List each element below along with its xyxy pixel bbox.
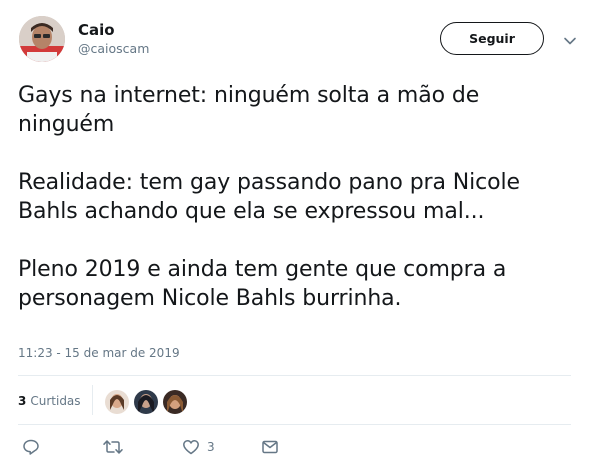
chevron-down-icon[interactable] [563,33,577,47]
retweet-button[interactable] [103,436,123,458]
liker-avatar[interactable] [133,389,159,415]
heart-icon [182,438,200,456]
tweet-timestamp[interactable]: 11:23 - 15 de mar de 2019 [18,346,180,360]
stats-separator [92,385,93,415]
likers-avatars [104,389,191,415]
likes-count: 3 [18,394,27,408]
like-button[interactable]: 3 [182,436,215,458]
likes-label: Curtidas [30,394,81,408]
envelope-icon [261,438,279,456]
tweet-paragraph: Pleno 2019 e ainda tem gente que compra … [18,257,507,311]
reply-button[interactable] [22,436,40,458]
liker-avatar[interactable] [162,389,188,415]
avatar[interactable] [19,16,65,62]
reply-icon [22,438,40,456]
author-name[interactable]: Caio [78,21,115,39]
tweet-text: Gays na internet: ninguém solta a mão de… [18,81,578,313]
like-count: 3 [207,440,215,454]
divider [18,424,571,425]
liker-avatar[interactable] [104,389,130,415]
tweet-paragraph: Gays na internet: ninguém solta a mão de… [18,83,480,137]
follow-button[interactable]: Seguir [440,22,544,55]
direct-message-button[interactable] [261,436,279,458]
retweet-icon [103,438,123,456]
likes-stat[interactable]: 3 Curtidas [18,394,81,408]
tweet-card: Caio @caioscam Seguir Gays na internet: … [0,0,589,474]
author-handle[interactable]: @caioscam [78,41,149,56]
tweet-paragraph: Realidade: tem gay passando pano pra Nic… [18,170,520,224]
divider [18,375,571,376]
